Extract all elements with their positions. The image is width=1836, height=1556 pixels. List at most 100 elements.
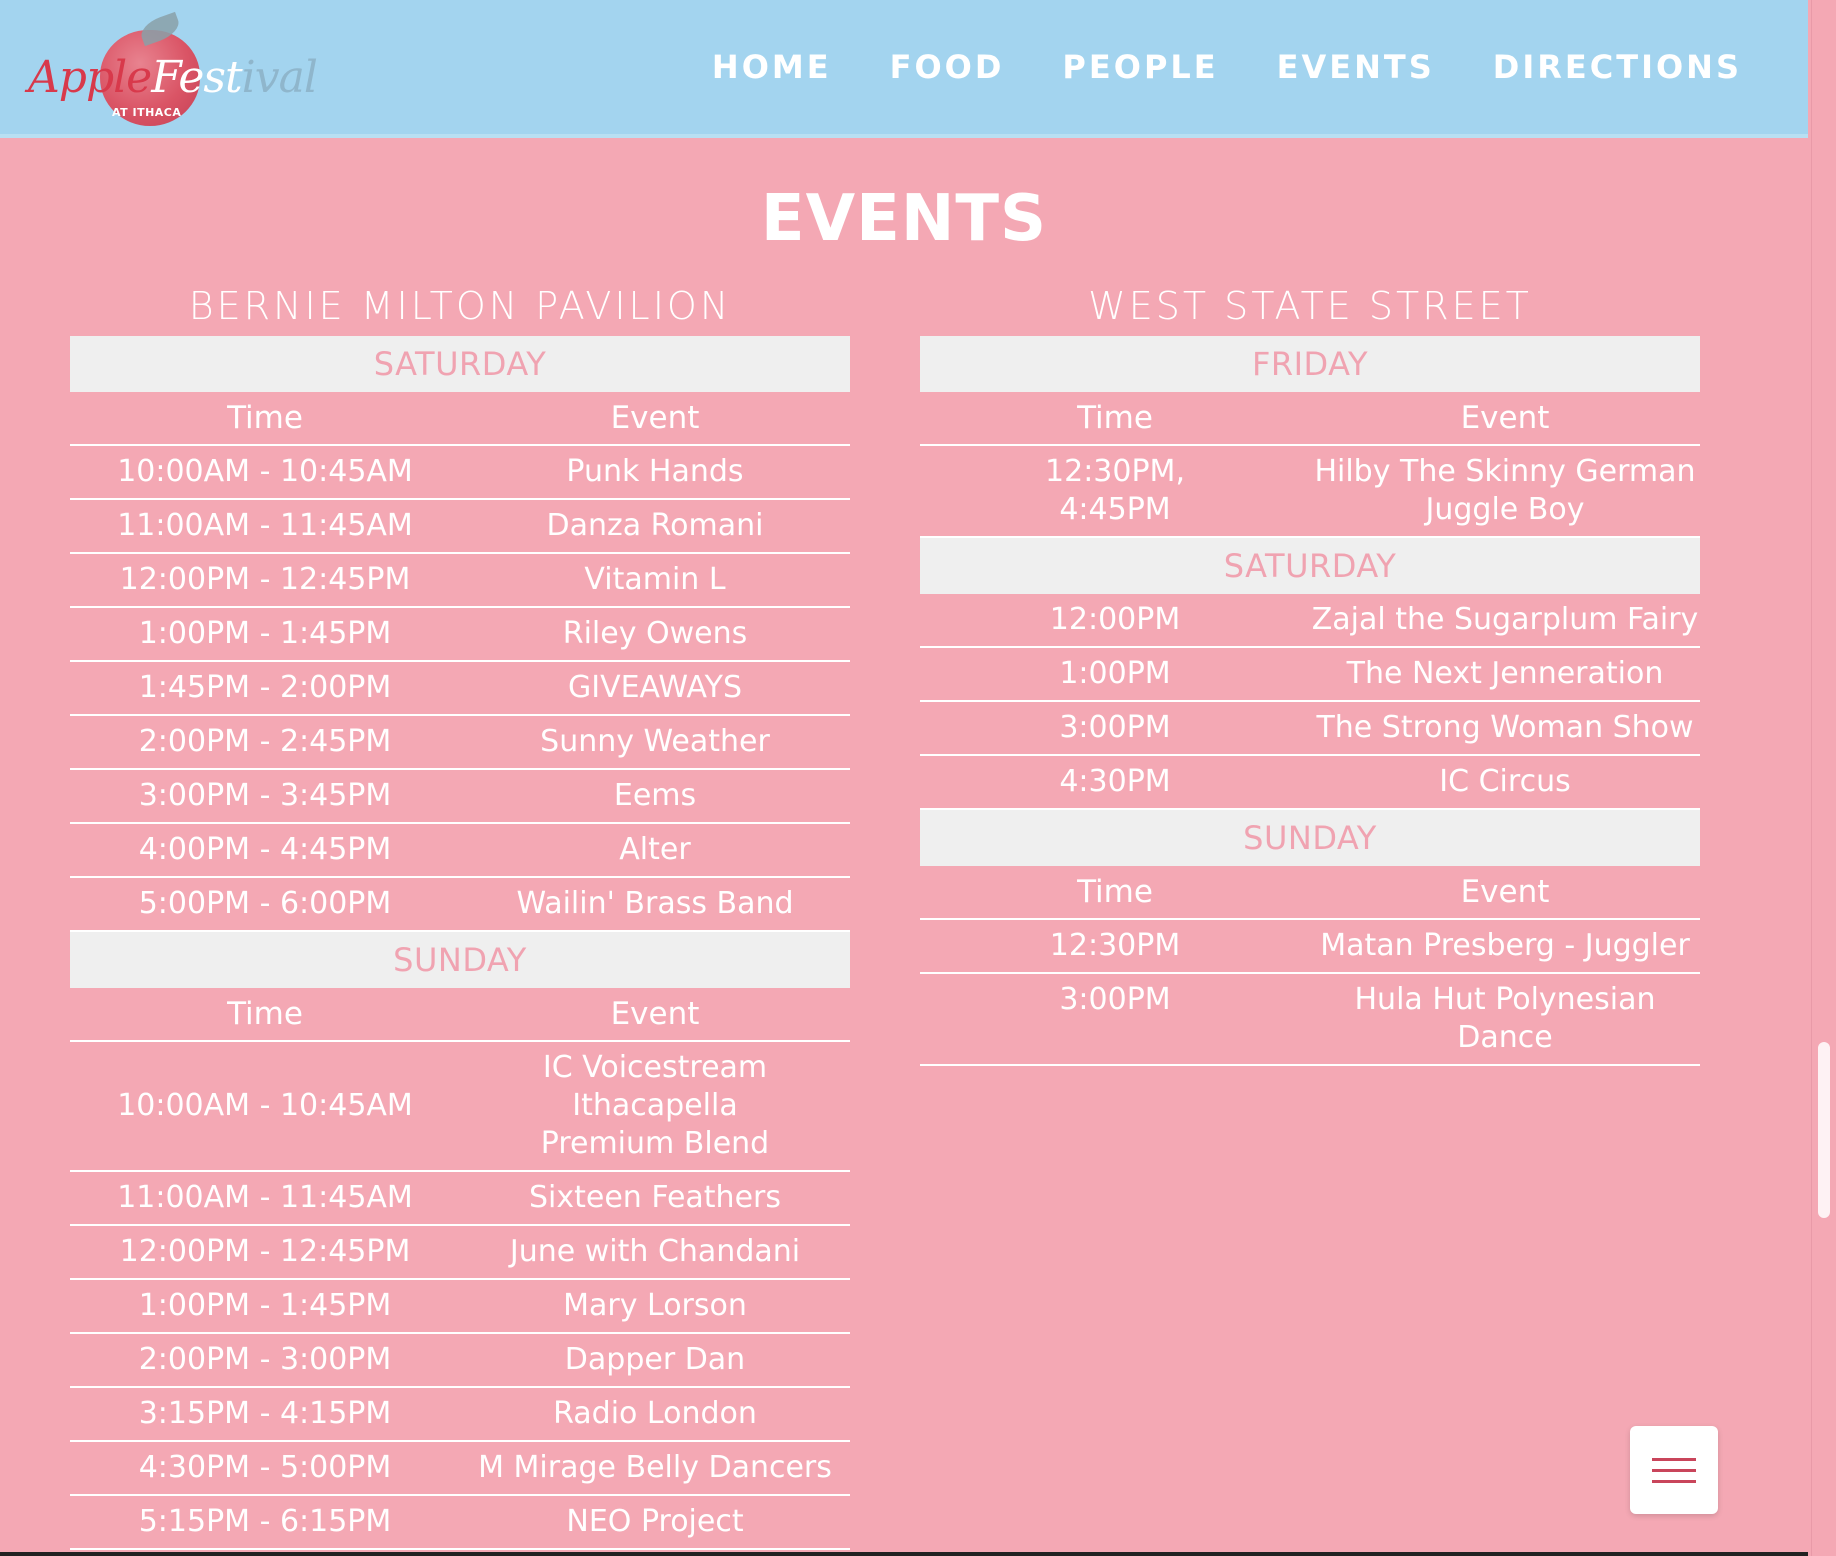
event-column-header: Event [610, 400, 700, 436]
event-cell: Wailin' Brass Band [516, 886, 794, 921]
time-cell: 2:00PM - 3:00PM [138, 1342, 392, 1377]
nav-events[interactable]: EVENTS [1277, 48, 1435, 86]
scrollbar-thumb[interactable] [1818, 1042, 1830, 1218]
apple-festival-logo[interactable]: AppleFestival AT ITHACA [28, 11, 318, 126]
table-row: 5:00PM - 6:00PM Wailin' Brass Band [70, 878, 850, 932]
time-cell: 11:00AM - 11:45AM [117, 1180, 413, 1215]
table-row: 3:15PM - 4:15PM Radio London [70, 1388, 850, 1442]
event-column-header: Event [610, 996, 700, 1032]
venue-column-right: WEST STATE STREET FRIDAY Time Event 12:30PM,… [920, 282, 1700, 1066]
time-column-header: Time [1077, 874, 1153, 910]
event-cell: Alter [619, 832, 691, 867]
event-cell: IC Voicestream Ithacapella Premium Blend [460, 1042, 850, 1170]
event-line: Hilby The Skinny German [1314, 454, 1696, 489]
time-cell: 5:15PM - 6:15PM [138, 1504, 392, 1539]
event-column-header: Event [1460, 874, 1550, 910]
event-cell: Sixteen Feathers [528, 1180, 781, 1215]
time-cell: 11:00AM - 11:45AM [117, 508, 413, 543]
table-row: 12:00PM - 12:45PM June with Chandani [70, 1226, 850, 1280]
table-row: 2:00PM - 3:00PM Dapper Dan [70, 1334, 850, 1388]
time-cell: 5:00PM - 6:00PM [138, 886, 392, 921]
nav-home[interactable]: HOME [712, 48, 832, 86]
table-row: 3:00PM - 3:45PM Eems [70, 770, 850, 824]
event-cell: IC Circus [1439, 764, 1571, 799]
time-cell: 12:30PM, 4:45PM [920, 446, 1310, 536]
table-header-row: Time Event [920, 866, 1700, 920]
event-line: Ithacapella [572, 1088, 738, 1123]
event-cell: Sunny Weather [540, 724, 770, 759]
hamburger-menu-icon [1652, 1480, 1696, 1483]
scrollbar-track[interactable] [1811, 0, 1836, 1556]
table-row: 3:00PM Hula Hut Polynesian Dance [920, 974, 1700, 1066]
time-cell: 1:45PM - 2:00PM [138, 670, 392, 705]
nav-people[interactable]: PEOPLE [1062, 48, 1218, 86]
day-header: SATURDAY [70, 336, 850, 392]
venue-title: WEST STATE STREET [1088, 284, 1532, 328]
event-cell: The Strong Woman Show [1316, 710, 1694, 745]
venue-title: BERNIE MILTON PAVILION [188, 284, 732, 328]
event-cell: Riley Owens [562, 616, 748, 651]
time-cell: 4:00PM - 4:45PM [138, 832, 392, 867]
venue-column-left: BERNIE MILTON PAVILION SATURDAY Time Event 1… [70, 282, 850, 1550]
table-row: 1:00PM - 1:45PM Mary Lorson [70, 1280, 850, 1334]
time-cell: 12:00PM [1049, 602, 1181, 637]
event-line: Juggle Boy [1425, 492, 1585, 527]
hamburger-menu-icon [1652, 1458, 1696, 1461]
time-cell: 1:00PM - 1:45PM [138, 616, 392, 651]
time-cell: 3:00PM - 3:45PM [138, 778, 392, 813]
event-cell: Eems [613, 778, 697, 813]
table-row: 12:00PM - 12:45PM Vitamin L [70, 554, 850, 608]
event-line: Premium Blend [540, 1126, 770, 1161]
table-row: 11:00AM - 11:45AM Sixteen Feathers [70, 1172, 850, 1226]
event-line: IC Voicestream [542, 1050, 768, 1085]
time-cell: 12:30PM [1049, 928, 1181, 963]
table-row: 4:30PM - 5:00PM M Mirage Belly Dancers [70, 1442, 850, 1496]
day-header: SATURDAY [920, 538, 1700, 594]
bottom-edge [0, 1552, 1808, 1556]
time-line: 4:45PM [1059, 492, 1171, 527]
table-header-row: Time Event [70, 392, 850, 446]
table-row: 10:00AM - 10:45AM Punk Hands [70, 446, 850, 500]
event-cell: NEO Project [566, 1504, 744, 1539]
event-cell: Punk Hands [566, 454, 744, 489]
time-cell: 3:00PM [1059, 982, 1171, 1017]
time-cell: 10:00AM - 10:45AM [117, 454, 413, 489]
table-row: 12:00PM Zajal the Sugarplum Fairy [920, 594, 1700, 648]
table-row: 12:30PM Matan Presberg - Juggler [920, 920, 1700, 974]
table-row: 1:45PM - 2:00PM GIVEAWAYS [70, 662, 850, 716]
time-line: 12:30PM, [1045, 454, 1185, 489]
event-cell: Matan Presberg - Juggler [1320, 928, 1690, 963]
site-header: AppleFestival AT ITHACA HOME FOOD PEOPLE… [0, 0, 1808, 138]
time-cell: 3:15PM - 4:15PM [138, 1396, 392, 1431]
table-row: 1:00PM - 1:45PM Riley Owens [70, 608, 850, 662]
time-column-header: Time [227, 996, 303, 1032]
time-cell: 4:30PM [1059, 764, 1171, 799]
event-cell: Danza Romani [546, 508, 764, 543]
logo-wordmark: AppleFestival [28, 52, 318, 103]
table-row: 1:00PM The Next Jenneration [920, 648, 1700, 702]
time-cell: 12:00PM - 12:45PM [119, 562, 411, 597]
main-nav: HOME FOOD PEOPLE EVENTS DIRECTIONS [712, 48, 1742, 86]
event-cell: Hilby The Skinny German Juggle Boy [1310, 446, 1700, 536]
event-cell: GIVEAWAYS [567, 670, 743, 705]
table-row: 3:00PM The Strong Woman Show [920, 702, 1700, 756]
time-cell: 2:00PM - 2:45PM [138, 724, 392, 759]
table-header-row: Time Event [920, 392, 1700, 446]
event-cell: June with Chandani [509, 1234, 801, 1269]
table-row: 11:00AM - 11:45AM Danza Romani [70, 500, 850, 554]
table-row: 5:15PM - 6:15PM NEO Project [70, 1496, 850, 1550]
time-cell: 3:00PM [1059, 710, 1171, 745]
event-cell: Hula Hut Polynesian Dance [1354, 982, 1656, 1055]
hamburger-menu-icon [1652, 1469, 1696, 1472]
nav-directions[interactable]: DIRECTIONS [1493, 48, 1742, 86]
table-row: 12:30PM, 4:45PM Hilby The Skinny German Jug… [920, 446, 1700, 538]
day-header: SUNDAY [920, 810, 1700, 866]
menu-button[interactable] [1630, 1426, 1718, 1514]
event-cell: The Next Jenneration [1346, 656, 1664, 691]
nav-food[interactable]: FOOD [890, 48, 1005, 86]
event-cell: Zajal the Sugarplum Fairy [1311, 602, 1699, 637]
table-row: 10:00AM - 10:45AM IC Voicestream Ithacapel… [70, 1042, 850, 1172]
day-header: FRIDAY [920, 336, 1700, 392]
event-cell: Dapper Dan [564, 1342, 746, 1377]
event-cell: Mary Lorson [563, 1288, 747, 1323]
